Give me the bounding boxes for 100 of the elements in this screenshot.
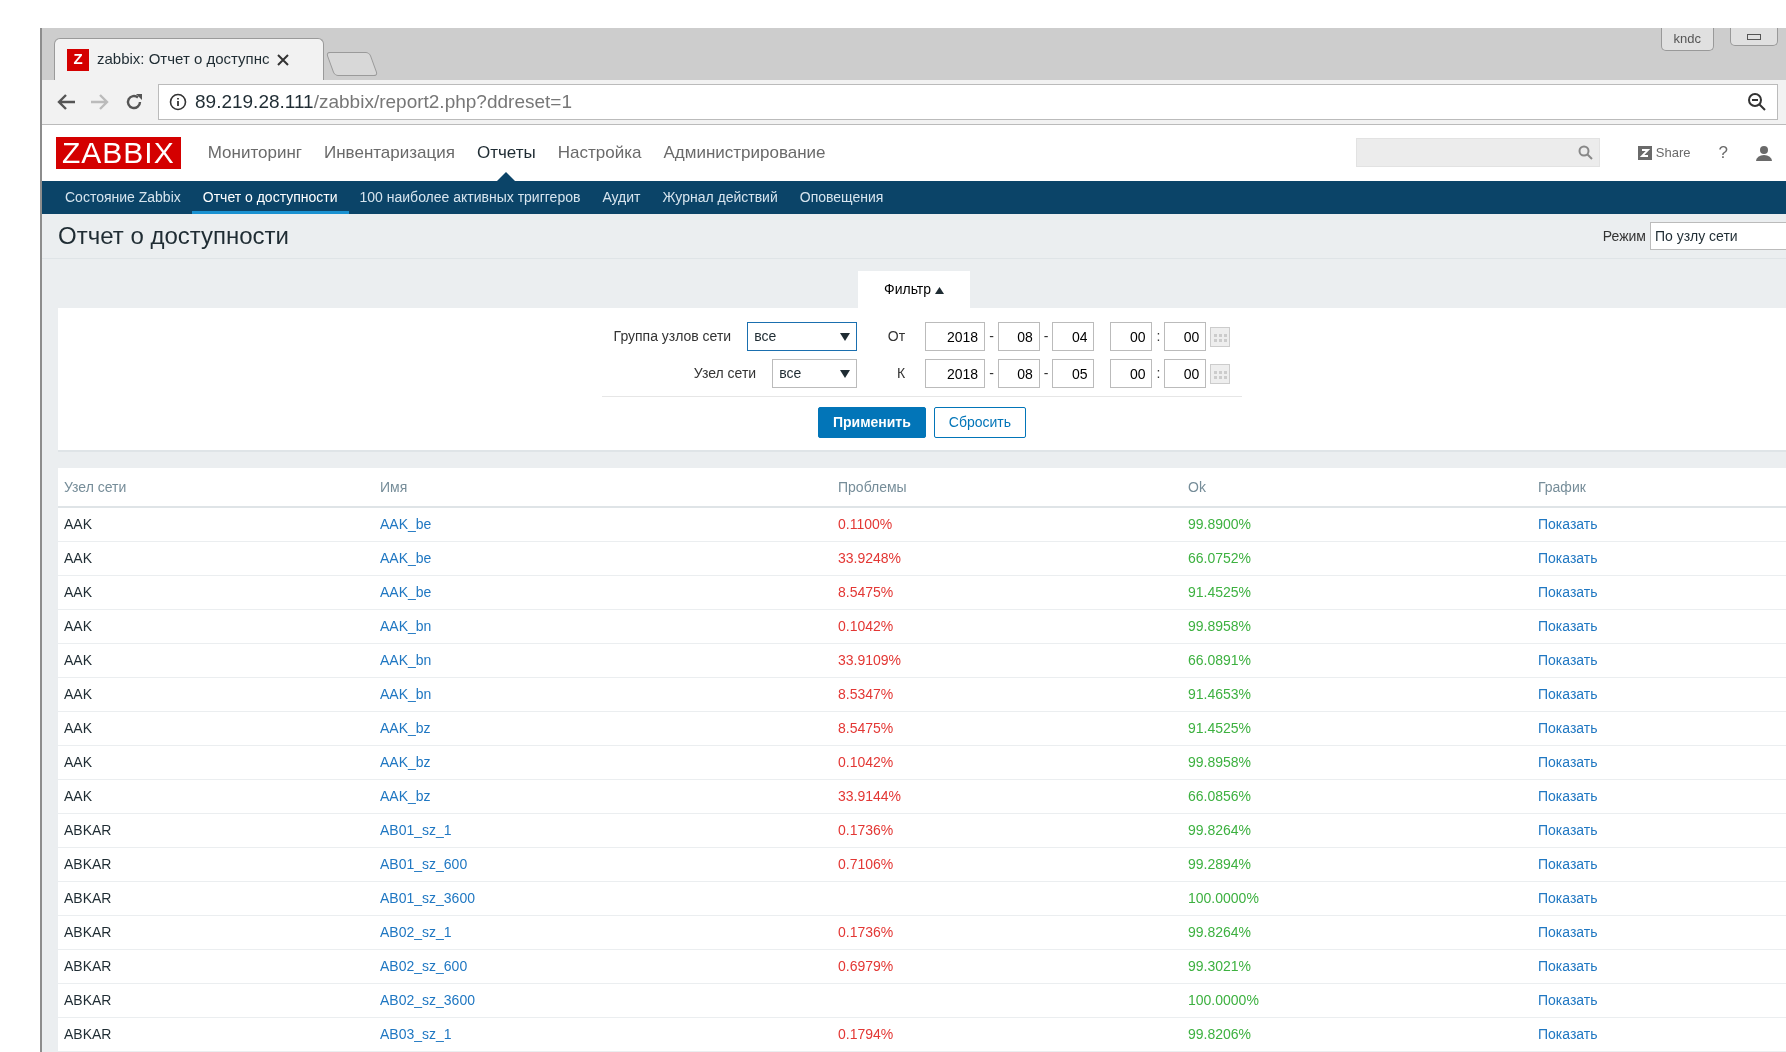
subnav-tab[interactable]: 100 наиболее активных триггеров (348, 180, 592, 215)
dropdown[interactable]: все (747, 322, 858, 351)
name-link[interactable]: AAK_be (380, 582, 838, 603)
separator-text: - (1043, 327, 1049, 346)
ok-cell-text: 99.8264% (1188, 821, 1253, 840)
table-cell-text: AAK (64, 549, 93, 568)
problems-cell-text: 0.7106% (838, 855, 895, 874)
user-icon[interactable] (1756, 144, 1772, 161)
info-icon (169, 92, 187, 111)
separator-text: - (1043, 364, 1049, 383)
table-cell-text: ABKAR (64, 923, 113, 942)
help-link[interactable]: ? (1718, 140, 1728, 166)
profile-button[interactable]: kndc (1660, 28, 1714, 51)
subnav-tab[interactable]: Журнал действий (651, 180, 789, 215)
show-graph-link[interactable]: Показать (1538, 888, 1786, 909)
field-label: От (886, 327, 906, 346)
reset-button[interactable]: Сбросить (933, 407, 1027, 438)
column-header: Узел сети (64, 477, 128, 497)
name-link[interactable]: AAK_bz (380, 718, 838, 739)
logo[interactable]: ZABBIX (56, 136, 181, 169)
date-field[interactable]: 2018 (925, 359, 986, 388)
column-header: Имя (380, 477, 409, 497)
subnav-tab[interactable]: Состояние Zabbix (54, 180, 192, 215)
name-link[interactable]: AAK_bn (380, 616, 838, 637)
table-cell-text: AAK (64, 719, 93, 738)
show-graph-link[interactable]: Показать (1538, 650, 1786, 671)
show-graph-link[interactable]: Показать (1538, 582, 1786, 603)
table-cell-text: AAK (64, 685, 93, 704)
browser-tab[interactable]: Z zabbix: Отчет о доступнс (54, 38, 324, 81)
table-cell-text: ABKAR (64, 991, 113, 1010)
show-graph-link[interactable]: Показать (1538, 1024, 1786, 1045)
name-link[interactable]: AB02_sz_600 (380, 956, 838, 977)
menu-item[interactable]: Отчеты (465, 124, 547, 181)
date-field[interactable]: 2018 (925, 322, 986, 351)
menu-item[interactable]: Администрирование (652, 124, 837, 181)
dropdown-arrow-icon (840, 369, 851, 378)
reload-icon[interactable] (124, 91, 144, 112)
menu-item[interactable]: Инвентаризация (313, 124, 466, 181)
show-graph-link[interactable]: Показать (1538, 752, 1786, 773)
subnav-tab[interactable]: Оповещения (788, 180, 895, 215)
search-field[interactable] (1355, 138, 1600, 168)
share-link[interactable]: Share (1637, 143, 1691, 163)
name-link[interactable]: AAK_bn (380, 650, 838, 671)
name-link[interactable]: AAK_bn (380, 684, 838, 705)
name-link[interactable]: AB03_sz_1 (380, 1024, 838, 1045)
menu-item[interactable]: Мониторинг (196, 124, 313, 181)
show-graph-link[interactable]: Показать (1538, 718, 1786, 739)
show-graph-link[interactable]: Показать (1538, 514, 1786, 535)
separator-text: - (989, 364, 994, 383)
date-field[interactable]: 00 (1164, 359, 1207, 388)
close-icon[interactable] (277, 53, 290, 66)
name-link[interactable]: AB01_sz_1 (380, 820, 838, 841)
address-bar[interactable]: 89.219.28.111/zabbix/report2.php?ddreset=1 (158, 83, 1778, 120)
show-graph-link[interactable]: Показать (1538, 684, 1786, 705)
table-cell-text: ABKAR (64, 889, 113, 908)
dropdown[interactable]: все (772, 359, 858, 388)
filter-tab[interactable]: Фильтр (858, 271, 970, 308)
subnav-tab[interactable]: Отчет о доступности (191, 180, 349, 215)
table-cell-text: ABKAR (64, 957, 113, 976)
show-graph-link[interactable]: Показать (1538, 956, 1786, 977)
separator-text: - (989, 327, 994, 346)
date-field[interactable]: 08 (997, 322, 1040, 351)
ok-cell-text: 99.3021% (1188, 957, 1253, 976)
name-link[interactable]: AAK_be (380, 548, 838, 569)
subnav-tab[interactable]: Аудит (591, 180, 652, 215)
date-field[interactable]: 08 (997, 359, 1040, 388)
table-cell-text: ABKAR (64, 1025, 113, 1044)
show-graph-link[interactable]: Показать (1538, 786, 1786, 807)
favicon-icon: Z (67, 48, 89, 71)
date-field[interactable]: 00 (1110, 322, 1153, 351)
mode-select[interactable]: По узлу сети (1650, 222, 1786, 251)
ok-cell-text: 99.8206% (1188, 1025, 1253, 1044)
show-graph-link[interactable]: Показать (1538, 990, 1786, 1011)
problems-cell-text: 0.1736% (838, 821, 895, 840)
show-graph-link[interactable]: Показать (1538, 922, 1786, 943)
date-field[interactable]: 00 (1110, 359, 1153, 388)
show-graph-link[interactable]: Показать (1538, 854, 1786, 875)
name-link[interactable]: AAK_be (380, 514, 838, 535)
show-graph-link[interactable]: Показать (1538, 616, 1786, 637)
date-field[interactable]: 00 (1164, 322, 1207, 351)
menu-item[interactable]: Настройка (546, 124, 653, 181)
back-icon[interactable] (56, 92, 76, 111)
name-link[interactable]: AAK_bz (380, 752, 838, 773)
show-graph-link[interactable]: Показать (1538, 548, 1786, 569)
field-label: К (896, 364, 906, 383)
name-link[interactable]: AB01_sz_3600 (380, 888, 838, 909)
date-field[interactable]: 05 (1052, 359, 1095, 388)
name-link[interactable]: AB02_sz_1 (380, 922, 838, 943)
problems-cell-text: 0.1042% (838, 753, 895, 772)
minimize-button[interactable] (1730, 28, 1778, 46)
zoom-out-icon[interactable] (1747, 91, 1767, 112)
date-field[interactable]: 04 (1052, 322, 1095, 351)
show-graph-link[interactable]: Показать (1538, 820, 1786, 841)
name-link[interactable]: AB01_sz_600 (380, 854, 838, 875)
name-link[interactable]: AAK_bz (380, 786, 838, 807)
problems-cell-text: 8.5347% (838, 685, 895, 704)
ok-cell-text: 91.4525% (1188, 719, 1253, 738)
name-link[interactable]: AB02_sz_3600 (380, 990, 838, 1011)
apply-button[interactable]: Применить (817, 407, 926, 438)
table-cell-text: AAK (64, 787, 93, 806)
